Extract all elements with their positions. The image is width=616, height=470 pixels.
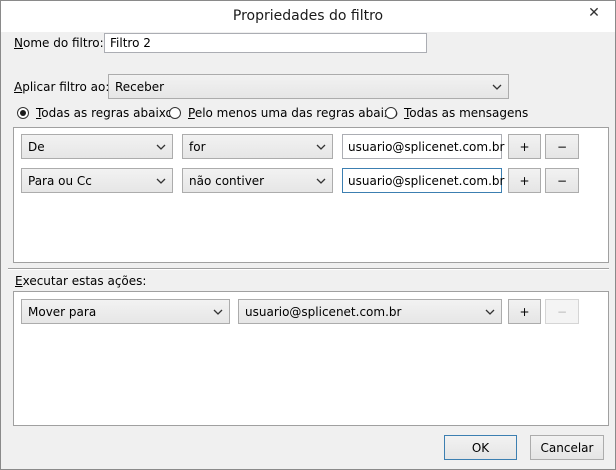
rule-2-field-combo[interactable]: Para ou Cc (21, 168, 173, 193)
rule-2-remove-button[interactable]: − (545, 168, 579, 193)
apply-filter-value: Receber (115, 79, 165, 94)
apply-filter-combo[interactable]: Receber (108, 74, 509, 99)
rule-2-value-field[interactable]: usuario@splicenet.com.br (342, 168, 504, 193)
action-1-remove-button[interactable]: − (545, 299, 579, 324)
action-1-target-value: usuario@splicenet.com.br (245, 304, 402, 319)
rule-2-operator-value: não contiver (189, 173, 265, 188)
ok-button[interactable]: OK (444, 435, 517, 460)
actions-label: Executar estas ações: (15, 274, 147, 288)
filter-name-field[interactable]: Filtro 2 (104, 33, 427, 53)
radio-all-messages-label[interactable]: Todas as mensagens (404, 106, 528, 120)
rule-1-field-value: De (28, 139, 45, 154)
chevron-down-icon (316, 178, 326, 184)
radio-all-rules-label[interactable]: Todas as regras abaixo (36, 106, 173, 120)
radio-all-messages[interactable] (385, 107, 397, 119)
rule-1-operator-value: for (189, 139, 206, 154)
chevron-down-icon (156, 178, 166, 184)
filter-name-label: Nome do filtro: (14, 36, 104, 50)
rule-2-field-value: Para ou Cc (28, 173, 92, 188)
cancel-button[interactable]: Cancelar (530, 435, 604, 460)
chevron-down-icon (213, 309, 223, 315)
rule-1-field-combo[interactable]: De (21, 134, 173, 159)
chevron-down-icon (485, 309, 495, 315)
action-1-add-button[interactable]: + (508, 299, 541, 324)
chevron-down-icon (492, 84, 502, 90)
action-1-type-value: Mover para (28, 304, 97, 319)
apply-filter-label: Aplicar filtro ao: (14, 80, 110, 94)
rule-2-operator-combo[interactable]: não contiver (182, 168, 333, 193)
rule-1-add-button[interactable]: + (508, 134, 541, 159)
rule-2-add-button[interactable]: + (508, 168, 541, 193)
radio-all-rules[interactable] (17, 107, 29, 119)
action-1-target-combo[interactable]: usuario@splicenet.com.br (238, 299, 502, 324)
chevron-down-icon (316, 144, 326, 150)
rule-1-value-field[interactable]: usuario@splicenet.com.br (342, 134, 504, 159)
radio-any-rule[interactable] (169, 107, 181, 119)
radio-any-rule-label[interactable]: Pelo menos uma das regras abaixo (188, 106, 398, 120)
chevron-down-icon (156, 144, 166, 150)
filter-properties-dialog: Propriedades do filtro ✕ Nome do filtro:… (0, 0, 616, 470)
section-divider-highlight (8, 269, 609, 270)
close-icon[interactable]: ✕ (583, 4, 605, 22)
title-bar: Propriedades do filtro ✕ (1, 1, 615, 32)
rule-1-remove-button[interactable]: − (545, 134, 579, 159)
rule-1-operator-combo[interactable]: for (182, 134, 333, 159)
dialog-title: Propriedades do filtro (232, 8, 384, 24)
action-1-type-combo[interactable]: Mover para (21, 299, 230, 324)
